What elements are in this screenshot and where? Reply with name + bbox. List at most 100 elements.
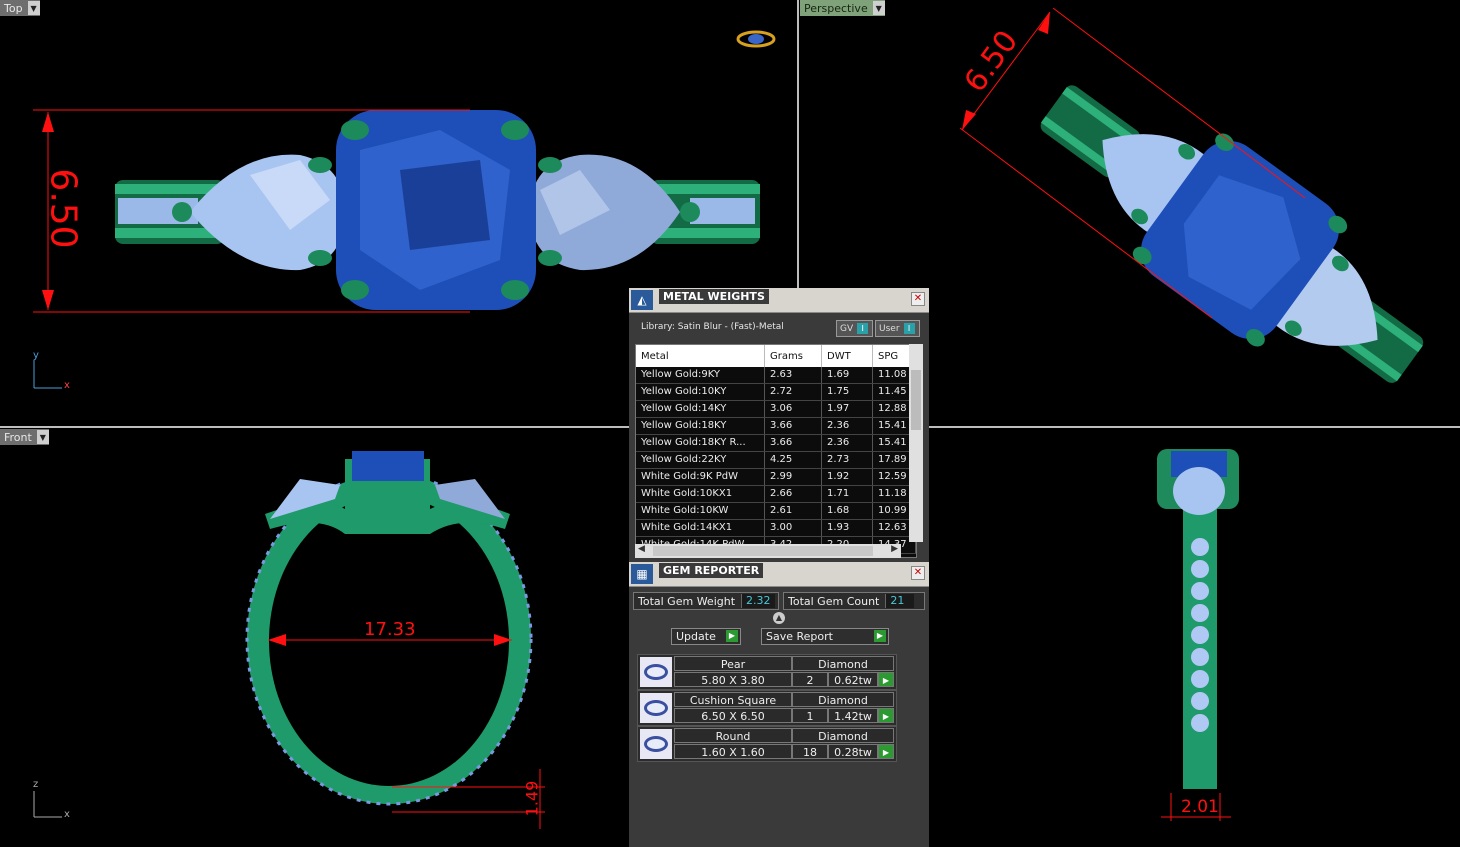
top-axis-x-label: x xyxy=(64,380,70,391)
close-icon[interactable]: ✕ xyxy=(911,292,925,306)
metal-name-cell: White Gold:10KX1 xyxy=(636,486,765,502)
scroll-right-icon[interactable]: ▶ xyxy=(891,544,898,554)
table-row[interactable]: Yellow Gold:18KY R... 3.66 2.36 15.41 xyxy=(636,435,916,452)
chevron-down-icon[interactable]: ▼ xyxy=(36,430,49,444)
gem-weight: 1.42tw xyxy=(828,708,878,723)
gem-row[interactable]: Round Diamond 1.60 X 1.60 18 0.28tw ▶ xyxy=(637,726,897,762)
update-button-label: Update xyxy=(676,630,716,643)
metal-weights-table[interactable]: Metal Grams DWT SPG Yellow Gold:9KY 2.63 1… xyxy=(635,344,917,558)
side-pave-stones xyxy=(1191,538,1209,732)
dwt-cell: 2.36 xyxy=(822,418,873,434)
metal-library-label: Library: Satin Blur - (Fast)-Metal xyxy=(641,322,784,332)
grams-cell: 2.61 xyxy=(765,503,822,519)
gv-toggle[interactable]: GV I xyxy=(836,320,873,337)
gem-select-arrow-icon[interactable]: ▶ xyxy=(878,744,894,759)
collapse-handle-icon[interactable]: ▲ xyxy=(773,612,785,624)
gem-weight: 0.62tw xyxy=(828,672,878,687)
front-axis-z-label: z xyxy=(33,779,39,790)
top-axis-y-label: y xyxy=(33,350,39,361)
table-row[interactable]: White Gold:10KW 2.61 1.68 10.99 xyxy=(636,503,916,520)
play-icon: ▶ xyxy=(726,630,738,642)
viewport-tab-top-label: Top xyxy=(4,1,23,15)
top-axis-indicator xyxy=(33,360,62,389)
column-header-grams[interactable]: Grams xyxy=(765,345,822,367)
gem-type: Diamond xyxy=(792,656,894,671)
vscroll-thumb[interactable] xyxy=(911,370,921,430)
viewport-tab-top[interactable]: Top ▼ xyxy=(0,0,40,16)
column-header-dwt[interactable]: DWT xyxy=(822,345,873,367)
table-row[interactable]: White Gold:9K PdW 2.99 1.92 12.59 xyxy=(636,469,916,486)
dwt-cell: 1.92 xyxy=(822,469,873,485)
chevron-down-icon[interactable]: ▼ xyxy=(27,1,40,15)
gem-size: 5.80 X 3.80 xyxy=(674,672,792,687)
table-row[interactable]: Yellow Gold:18KY 3.66 2.36 15.41 xyxy=(636,418,916,435)
metal-table-vscroll[interactable] xyxy=(909,344,923,542)
gem-shape: Cushion Square xyxy=(674,692,792,707)
dwt-cell: 1.93 xyxy=(822,520,873,536)
dwt-cell: 2.73 xyxy=(822,452,873,468)
metal-name-cell: Yellow Gold:10KY xyxy=(636,384,765,400)
total-gem-weight-value: 2.32 xyxy=(741,594,775,608)
gem-size: 6.50 X 6.50 xyxy=(674,708,792,723)
grams-cell: 4.25 xyxy=(765,452,822,468)
right-view-render xyxy=(1157,449,1239,821)
gem-reporter-header[interactable]: ▦ GEM REPORTER ✕ xyxy=(629,562,929,587)
total-gem-count-field: Total Gem Count 21 xyxy=(783,592,925,610)
scroll-left-icon[interactable]: ◀ xyxy=(638,544,645,554)
table-row[interactable]: Yellow Gold:14KY 3.06 1.97 12.88 xyxy=(636,401,916,418)
dwt-cell: 1.68 xyxy=(822,503,873,519)
update-button[interactable]: Update ▶ xyxy=(671,628,741,645)
top-dimension-label: 6.50 xyxy=(42,168,84,249)
dwt-cell: 1.75 xyxy=(822,384,873,400)
right-viewport[interactable]: 2.01 xyxy=(929,429,1460,847)
user-toggle[interactable]: User I xyxy=(875,320,920,337)
metal-table-header: Metal Grams DWT SPG xyxy=(636,345,916,367)
right-width-label: 2.01 xyxy=(1181,797,1219,817)
gem-shape: Pear xyxy=(674,656,792,671)
gem-select-arrow-icon[interactable]: ▶ xyxy=(878,672,894,687)
total-gem-count-label: Total Gem Count xyxy=(788,594,880,608)
chevron-down-icon[interactable]: ▼ xyxy=(872,1,885,15)
dwt-cell: 1.71 xyxy=(822,486,873,502)
save-report-button[interactable]: Save Report ▶ xyxy=(761,628,889,645)
metal-weights-header[interactable]: ◭ METAL WEIGHTS ✕ xyxy=(629,288,929,313)
column-header-metal[interactable]: Metal xyxy=(636,345,765,367)
nav-widget-icon xyxy=(736,30,776,48)
user-toggle-indicator: I xyxy=(903,323,915,334)
metal-name-cell: Yellow Gold:14KY xyxy=(636,401,765,417)
table-row[interactable]: White Gold:14KX1 3.00 1.93 12.63 xyxy=(636,520,916,537)
gv-toggle-label: GV xyxy=(840,323,854,334)
front-axis-indicator xyxy=(33,791,62,818)
gem-reporter-panel: ▦ GEM REPORTER ✕ Total Gem Weight 2.32 T… xyxy=(629,562,929,847)
grams-cell: 2.66 xyxy=(765,486,822,502)
gem-row[interactable]: Pear Diamond 5.80 X 3.80 2 0.62tw ▶ xyxy=(637,654,897,690)
save-report-button-label: Save Report xyxy=(766,630,833,643)
gem-type: Diamond xyxy=(792,692,894,707)
gem-select-arrow-icon[interactable]: ▶ xyxy=(878,708,894,723)
gem-reporter-logo-icon: ▦ xyxy=(631,564,653,584)
gem-shape-icon xyxy=(640,657,672,687)
close-icon[interactable]: ✕ xyxy=(911,566,925,580)
viewport-tab-front[interactable]: Front ▼ xyxy=(0,429,49,445)
dwt-cell: 1.97 xyxy=(822,401,873,417)
table-row[interactable]: Yellow Gold:10KY 2.72 1.75 11.45 xyxy=(636,384,916,401)
total-gem-count-value: 21 xyxy=(885,594,915,608)
metal-weights-panel: ◭ METAL WEIGHTS ✕ Library: Satin Blur - … xyxy=(629,288,929,562)
table-row[interactable]: White Gold:10KX1 2.66 1.71 11.18 xyxy=(636,486,916,503)
table-row[interactable]: Yellow Gold:22KY 4.25 2.73 17.89 xyxy=(636,452,916,469)
gem-count: 2 xyxy=(792,672,828,687)
metal-name-cell: Yellow Gold:18KY R... xyxy=(636,435,765,451)
viewport-tab-front-label: Front xyxy=(4,430,32,444)
grams-cell: 3.06 xyxy=(765,401,822,417)
metal-table-hscroll[interactable]: ◀ ▶ xyxy=(635,544,901,558)
grams-cell: 3.66 xyxy=(765,435,822,451)
user-toggle-label: User xyxy=(879,323,900,334)
grams-cell: 3.00 xyxy=(765,520,822,536)
gem-count: 18 xyxy=(792,744,828,759)
front-thickness-label: 1.49 xyxy=(522,780,542,817)
hscroll-thumb[interactable] xyxy=(653,546,873,556)
viewport-tab-perspective[interactable]: Perspective ▼ xyxy=(800,0,885,16)
metal-weights-logo-icon: ◭ xyxy=(631,290,653,310)
table-row[interactable]: Yellow Gold:9KY 2.63 1.69 11.08 xyxy=(636,367,916,384)
gem-row[interactable]: Cushion Square Diamond 6.50 X 6.50 1 1.42tw ▶ xyxy=(637,690,897,726)
